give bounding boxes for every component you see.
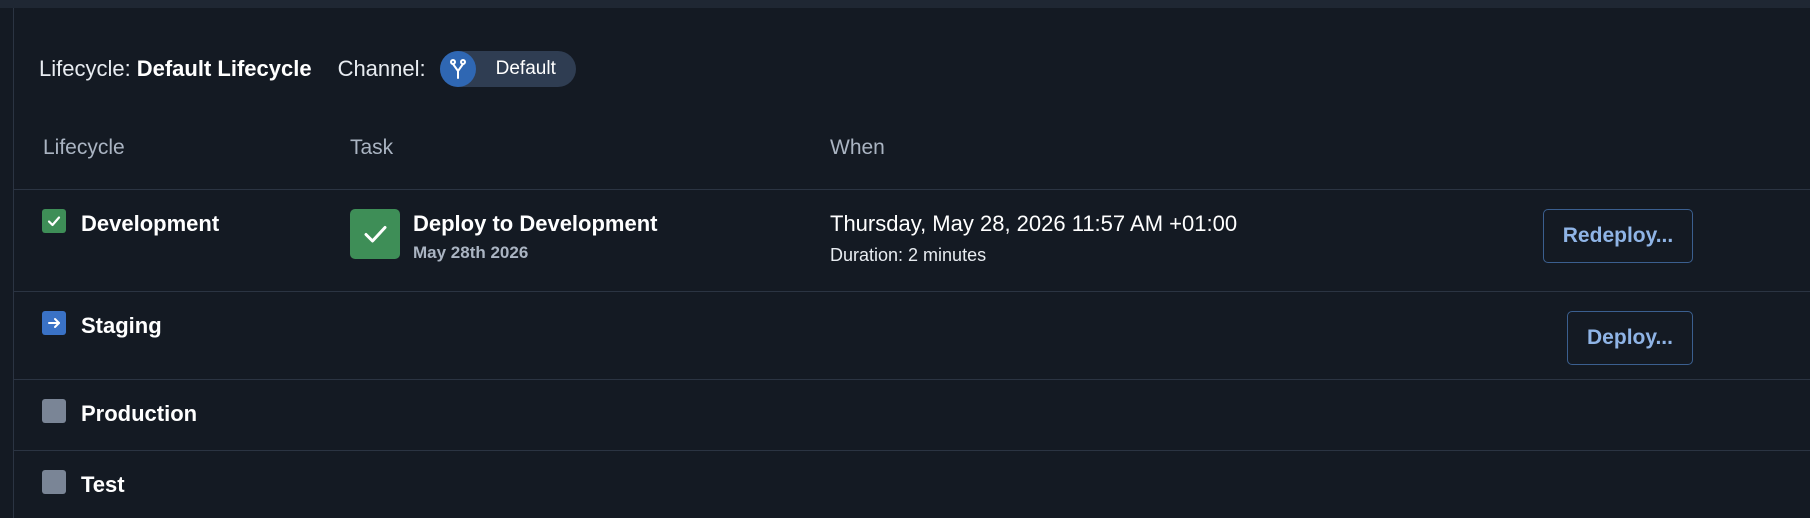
task-success-icon <box>350 209 400 259</box>
deploy-button[interactable]: Deploy... <box>1567 311 1693 365</box>
lifecycle-value: Default Lifecycle <box>136 56 312 81</box>
lifecycle-summary: Lifecycle: Default Lifecycle Channel: De… <box>39 50 576 88</box>
table-row: Staging <box>42 311 162 339</box>
top-divider <box>0 0 1810 8</box>
redeploy-button[interactable]: Redeploy... <box>1543 209 1693 263</box>
task-date: May 28th 2026 <box>413 243 529 262</box>
column-header-lifecycle: Lifecycle <box>43 136 125 159</box>
checkmark-icon <box>42 209 66 233</box>
when-cell: Thursday, May 28, 2026 11:57 AM +01:00 D… <box>830 211 1237 266</box>
table-row: Development <box>42 209 219 237</box>
pending-status-icon <box>42 399 66 423</box>
table-row: Test <box>42 470 125 498</box>
stage-name-staging: Staging <box>81 313 162 338</box>
row-divider <box>14 450 1810 451</box>
channel-value: Default <box>495 58 556 79</box>
channel-chip[interactable]: Default <box>439 51 576 87</box>
stage-name-production: Production <box>81 401 198 426</box>
task-deploy-development[interactable]: Deploy to Development May 28th 2026 <box>350 209 657 263</box>
row-divider <box>14 379 1810 380</box>
branch-icon <box>439 51 476 87</box>
channel-label: Channel: <box>337 56 426 81</box>
row-divider <box>14 291 1810 292</box>
row-divider <box>14 189 1810 190</box>
task-text: Deploy to Development May 28th 2026 <box>413 209 657 263</box>
lifecycle-label: Lifecycle: <box>39 56 131 81</box>
pending-status-icon <box>42 470 66 494</box>
stage-name-development: Development <box>81 211 220 236</box>
deploy-timestamp: Thursday, May 28, 2026 11:57 AM +01:00 <box>830 211 1238 236</box>
column-header-when: When <box>830 136 885 159</box>
stage-name-test: Test <box>81 472 125 497</box>
table-row: Production <box>42 399 197 427</box>
task-title: Deploy to Development <box>413 211 658 236</box>
arrow-right-icon <box>42 311 66 335</box>
deploy-duration: Duration: 2 minutes <box>830 245 987 265</box>
column-header-task: Task <box>350 136 394 159</box>
deployment-lifecycle-panel: Lifecycle: Default Lifecycle Channel: De… <box>0 0 1810 518</box>
left-divider <box>13 8 14 518</box>
